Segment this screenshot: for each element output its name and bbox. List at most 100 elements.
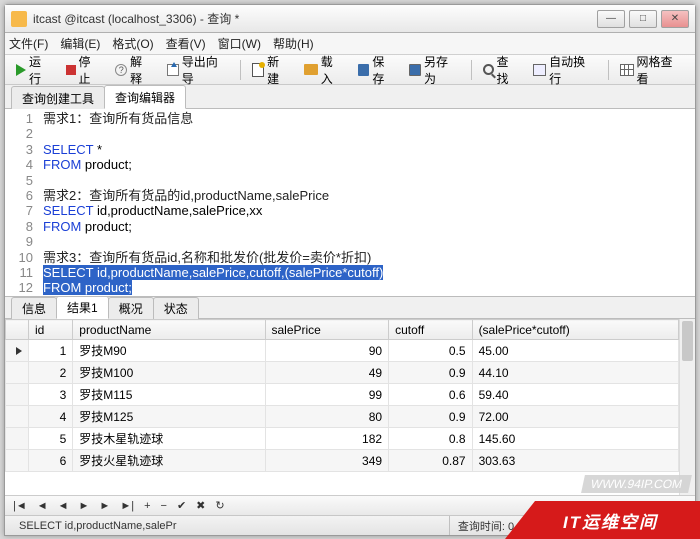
table-row[interactable]: 6罗技火星轨迹球3490.87303.63 [6, 450, 679, 472]
nav-last[interactable]: ►| [118, 500, 136, 512]
row-indicator [6, 384, 29, 406]
maximize-button[interactable]: □ [629, 10, 657, 28]
minimize-button[interactable]: — [597, 10, 625, 28]
col-id[interactable]: id [29, 320, 73, 340]
col-cutoff[interactable]: cutoff [389, 320, 473, 340]
cell-productname[interactable]: 罗技M125 [73, 406, 265, 428]
tab-result1[interactable]: 结果1 [56, 296, 109, 319]
table-row[interactable]: 1罗技M90900.545.00 [6, 340, 679, 362]
cell-productname[interactable]: 罗技火星轨迹球 [73, 450, 265, 472]
run-button[interactable]: 运行 [11, 51, 58, 89]
cell-cutoff[interactable]: 0.87 [389, 450, 473, 472]
nav-prev[interactable]: ◄ [56, 500, 71, 512]
cell-productname[interactable]: 罗技M100 [73, 362, 265, 384]
tab-status[interactable]: 状态 [153, 297, 199, 319]
table-row[interactable]: 4罗技M125800.972.00 [6, 406, 679, 428]
menu-help[interactable]: 帮助(H) [273, 35, 314, 52]
menu-view[interactable]: 查看(V) [166, 35, 206, 52]
saveas-button[interactable]: 另存为 [404, 51, 465, 89]
cell-cutoff[interactable]: 0.9 [389, 362, 473, 384]
cell-id[interactable]: 6 [29, 450, 73, 472]
cell-cutoff[interactable]: 0.5 [389, 340, 473, 362]
nav-next-page[interactable]: ► [97, 500, 112, 512]
cell-productname[interactable]: 罗技M115 [73, 384, 265, 406]
find-label: 查找 [497, 53, 521, 87]
table-row[interactable]: 3罗技M115990.659.40 [6, 384, 679, 406]
load-button[interactable]: 载入 [299, 51, 350, 89]
export-label: 导出向导 [182, 53, 230, 87]
close-button[interactable]: ✕ [661, 10, 689, 28]
explain-button[interactable]: ?解释 [110, 51, 159, 89]
tab-overview[interactable]: 概况 [108, 297, 154, 319]
cell-saleprice[interactable]: 349 [265, 450, 389, 472]
cell-id[interactable]: 3 [29, 384, 73, 406]
row-indicator [6, 340, 29, 362]
cell-saleprice[interactable]: 182 [265, 428, 389, 450]
nav-delete[interactable]: − [159, 500, 169, 512]
nav-next[interactable]: ► [77, 500, 92, 512]
cell-productname[interactable]: 罗技木星轨迹球 [73, 428, 265, 450]
explain-label: 解释 [130, 53, 154, 87]
nav-prev-page[interactable]: ◄ [35, 500, 50, 512]
row-indicator [6, 428, 29, 450]
menu-format[interactable]: 格式(O) [112, 35, 153, 52]
find-button[interactable]: 查找 [478, 51, 526, 89]
tab-query-editor[interactable]: 查询编辑器 [104, 85, 186, 109]
cell-calc[interactable]: 45.00 [472, 340, 678, 362]
cell-calc[interactable]: 44.10 [472, 362, 678, 384]
scrollbar-thumb[interactable] [682, 321, 693, 361]
search-icon [483, 64, 494, 75]
cell-id[interactable]: 5 [29, 428, 73, 450]
table-row[interactable]: 2罗技M100490.944.10 [6, 362, 679, 384]
result-grid: id productName salePrice cutoff (salePri… [5, 319, 695, 495]
menu-edit[interactable]: 编辑(E) [60, 35, 100, 52]
vertical-scrollbar[interactable] [679, 319, 695, 495]
nav-refresh[interactable]: ↻ [213, 499, 226, 512]
watermark-brand: IT运维空间 [505, 501, 700, 539]
tab-query-builder[interactable]: 查询创建工具 [11, 86, 105, 109]
nav-ok[interactable]: ✔ [175, 499, 188, 512]
cell-cutoff[interactable]: 0.9 [389, 406, 473, 428]
wrap-button[interactable]: 自动换行 [528, 51, 601, 89]
tab-info[interactable]: 信息 [11, 297, 57, 319]
app-icon [11, 11, 27, 27]
app-window: itcast @itcast (localhost_3306) - 查询 * —… [4, 4, 696, 536]
menu-file[interactable]: 文件(F) [9, 35, 48, 52]
cell-calc[interactable]: 303.63 [472, 450, 678, 472]
gridview-button[interactable]: 网格查看 [615, 51, 689, 89]
cell-cutoff[interactable]: 0.6 [389, 384, 473, 406]
code-content[interactable]: 需求1：查询所有货品信息 SELECT *FROM product; 需求2：查… [39, 109, 695, 296]
selected-text: SELECT id,productName,salePrice,cutoff,(… [43, 265, 383, 280]
col-saleprice[interactable]: salePrice [265, 320, 389, 340]
export-icon [167, 64, 179, 76]
cell-calc[interactable]: 59.40 [472, 384, 678, 406]
col-calc[interactable]: (salePrice*cutoff) [472, 320, 678, 340]
nav-cancel[interactable]: ✖ [194, 499, 207, 512]
cell-id[interactable]: 2 [29, 362, 73, 384]
window-controls: — □ ✕ [597, 10, 689, 28]
menu-window[interactable]: 窗口(W) [218, 35, 261, 52]
col-productname[interactable]: productName [73, 320, 265, 340]
cell-id[interactable]: 4 [29, 406, 73, 428]
stop-button[interactable]: 停止 [61, 51, 108, 89]
cell-saleprice[interactable]: 80 [265, 406, 389, 428]
cell-cutoff[interactable]: 0.8 [389, 428, 473, 450]
export-button[interactable]: 导出向导 [162, 51, 234, 89]
cell-calc[interactable]: 145.60 [472, 428, 678, 450]
nav-first[interactable]: |◄ [11, 500, 29, 512]
cell-saleprice[interactable]: 90 [265, 340, 389, 362]
table-row[interactable]: 5罗技木星轨迹球1820.8145.60 [6, 428, 679, 450]
cell-saleprice[interactable]: 99 [265, 384, 389, 406]
saveas-label: 另存为 [424, 53, 460, 87]
nav-add[interactable]: + [142, 500, 152, 512]
new-button[interactable]: 新建 [247, 51, 296, 89]
code-editor[interactable]: 123456789101112 需求1：查询所有货品信息 SELECT *FRO… [5, 109, 695, 297]
cell-calc[interactable]: 72.00 [472, 406, 678, 428]
save-button[interactable]: 保存 [353, 51, 402, 89]
cell-id[interactable]: 1 [29, 340, 73, 362]
cell-saleprice[interactable]: 49 [265, 362, 389, 384]
play-icon [16, 64, 26, 76]
wrap-label: 自动换行 [549, 53, 597, 87]
data-table[interactable]: id productName salePrice cutoff (salePri… [5, 319, 679, 472]
cell-productname[interactable]: 罗技M90 [73, 340, 265, 362]
